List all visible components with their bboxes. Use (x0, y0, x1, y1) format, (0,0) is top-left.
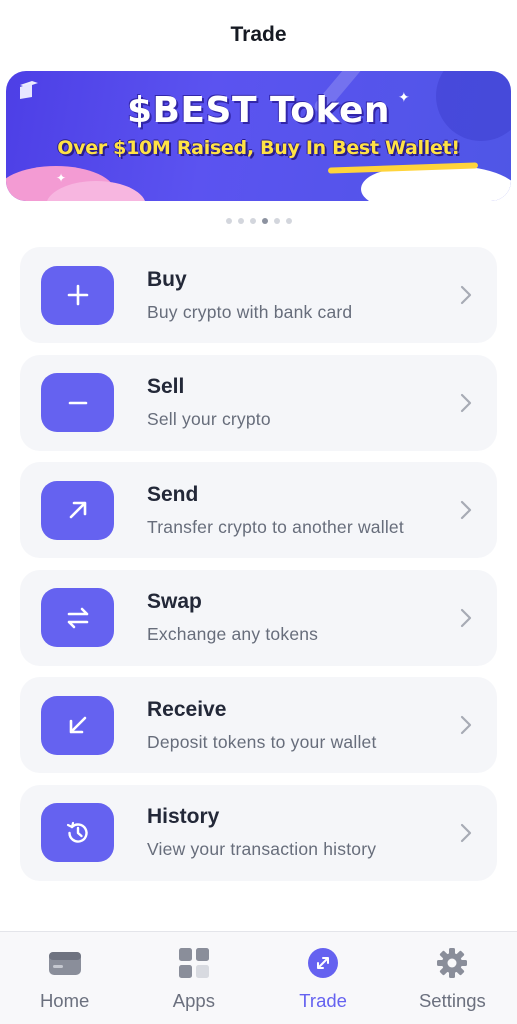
carousel-dot[interactable] (237, 218, 244, 224)
gear-icon (435, 946, 469, 980)
menu-item-description: View your transaction history (147, 839, 377, 860)
menu-item-label: Sell (147, 375, 185, 399)
banner-subtitle: Over $10M Raised, Buy In Best Wallet! (57, 137, 460, 159)
tab-label: Home (39, 990, 90, 1011)
tab-home[interactable]: Home (0, 932, 129, 1024)
menu-item-send[interactable]: Send Transfer crypto to another wallet (20, 462, 497, 559)
menu-item-label: Receive (147, 697, 227, 721)
sparkle-icon: ✦ (56, 171, 67, 185)
menu-item-sell[interactable]: Sell Sell your crypto (20, 354, 497, 451)
arrow-up-right-icon (41, 480, 114, 540)
menu-item-label: Send (147, 482, 199, 506)
menu-item-description: Sell your crypto (147, 409, 271, 430)
carousel-dot[interactable] (249, 218, 256, 224)
chevron-right-icon (460, 393, 472, 412)
banner-cloud (361, 169, 441, 201)
menu-item-label: History (147, 805, 220, 829)
menu-item-swap[interactable]: Swap Exchange any tokens (20, 569, 497, 666)
tab-label: Settings (418, 990, 486, 1011)
carousel-dot[interactable] (273, 218, 280, 224)
page-title: Trade (230, 23, 287, 46)
apps-grid-icon (177, 946, 211, 980)
chevron-right-icon (460, 716, 472, 735)
trade-menu: Buy Buy crypto with bank card Sell Sell … (20, 247, 497, 893)
tab-apps[interactable]: Apps (129, 932, 258, 1024)
chevron-right-icon (460, 823, 472, 843)
promo-banner[interactable]: ✦ ✦ $BEST Token Over $10M Raised, Buy In… (6, 71, 511, 201)
carousel-indicator[interactable] (0, 218, 517, 224)
tab-label: Trade (299, 990, 347, 1011)
menu-item-label: Swap (147, 590, 202, 614)
history-clock-icon (41, 803, 114, 863)
banner-title: $BEST Token (126, 90, 391, 131)
carousel-dot[interactable] (225, 218, 232, 224)
menu-item-description: Exchange any tokens (147, 624, 319, 645)
carousel-dot[interactable] (285, 218, 292, 224)
top-header: Trade (0, 0, 517, 68)
trade-arrows-icon (306, 946, 340, 980)
menu-item-receive[interactable]: Receive Deposit tokens to your wallet (20, 677, 497, 774)
swap-arrows-icon (41, 588, 114, 648)
menu-item-description: Transfer crypto to another wallet (147, 516, 404, 537)
menu-item-description: Buy crypto with bank card (147, 301, 353, 322)
chevron-right-icon (460, 608, 472, 627)
arrow-down-left-icon (41, 695, 114, 755)
menu-item-description: Deposit tokens to your wallet (147, 731, 377, 752)
chevron-right-icon (460, 285, 472, 305)
tab-trade[interactable]: Trade (259, 932, 388, 1024)
plus-icon (41, 265, 114, 325)
minus-icon (41, 373, 114, 433)
menu-item-buy[interactable]: Buy Buy crypto with bank card (20, 247, 497, 343)
chevron-right-icon (460, 501, 472, 520)
tab-settings[interactable]: Settings (388, 932, 517, 1024)
wallet-card-icon (48, 946, 82, 980)
bottom-tab-bar: Home Apps Trade Settings (0, 931, 517, 1024)
carousel-dot-active[interactable] (261, 218, 268, 224)
menu-item-history[interactable]: History View your transaction history (20, 784, 497, 881)
menu-item-label: Buy (147, 267, 187, 291)
tab-label: Apps (172, 990, 215, 1011)
